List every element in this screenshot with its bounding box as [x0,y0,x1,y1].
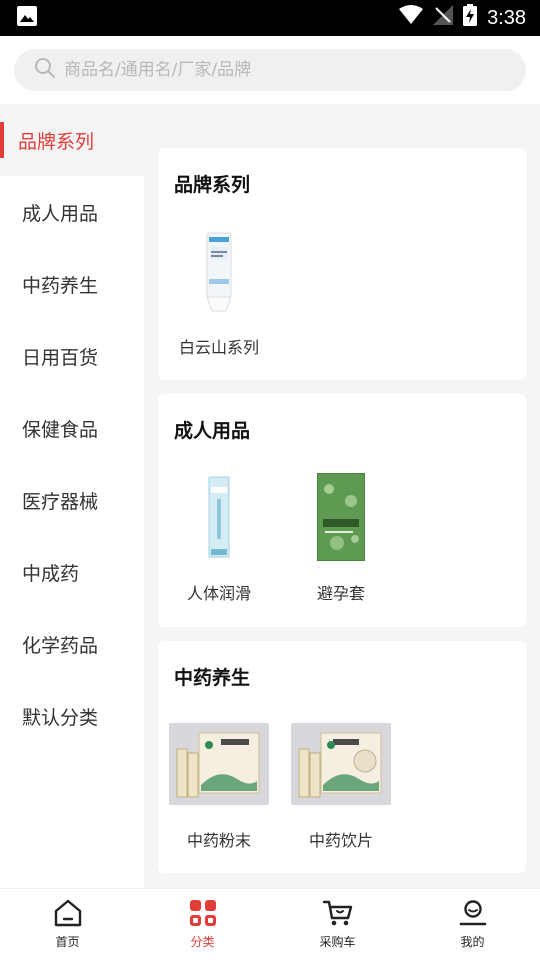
home-icon [53,899,83,930]
image-notification-icon [16,5,38,31]
sidebar-item-tcm-wellness[interactable]: 中药养生 [0,248,144,320]
product-label: 白云山系列 [178,338,259,357]
signal-icon [433,5,454,31]
tab-label: 首页 [55,935,80,949]
status-time: 3:38 [487,6,526,29]
section-title: 成人用品 [174,420,251,442]
profile-icon [458,899,488,930]
tab-home[interactable]: 首页 [0,889,135,960]
category-icon [189,899,217,930]
product-label: 避孕套 [316,584,365,603]
section-card: 中药养生 中药粉末 中药饮片 [158,641,526,873]
product-image [169,719,269,809]
product-label: 中药粉末 [186,831,251,850]
tab-label: 采购车 [319,935,356,949]
product-label: 中药饮片 [308,831,373,850]
product-image [169,472,269,562]
sidebar-item-medical-devices[interactable]: 医疗器械 [0,464,144,536]
sidebar-item-default-category[interactable]: 默认分类 [0,680,144,752]
product-image [169,226,269,316]
tab-cart[interactable]: 采购车 [270,889,405,960]
search-icon [34,57,56,83]
product-item[interactable]: 中药饮片 [280,719,402,851]
status-bar: 3:38 [0,0,540,36]
sidebar-item-brand-series[interactable]: 品牌系列 [0,104,144,176]
cart-icon [322,899,354,930]
sidebar-item-patent-medicine[interactable]: 中成药 [0,536,144,608]
tab-label: 分类 [190,935,215,949]
bottom-tab-bar: 首页 分类 采购车 我的 [0,888,540,960]
section-title: 品牌系列 [174,174,251,196]
tab-category[interactable]: 分类 [135,889,270,960]
section-title: 中药养生 [174,667,251,689]
product-item[interactable]: 白云山系列 [158,226,280,358]
tab-profile[interactable]: 我的 [405,889,540,960]
product-item[interactable]: 中药粉末 [158,719,280,851]
section-card: 品牌系列 白云山系列 [158,148,526,380]
tab-label: 我的 [460,935,485,949]
battery-charging-icon [463,4,478,32]
sidebar-item-health-food[interactable]: 保健食品 [0,392,144,464]
product-label: 人体润滑 [186,584,251,603]
product-image [291,719,391,809]
category-content: 品牌系列 白云山系列 成人用品 人体润滑 避孕套 中药养生 中药粉末 中药饮片 [144,104,540,888]
wifi-icon [399,5,424,31]
search-input[interactable] [64,60,504,80]
product-item[interactable]: 人体润滑 [158,472,280,604]
product-item[interactable]: 避孕套 [280,472,402,604]
category-sidebar: 品牌系列 成人用品 中药养生 日用百货 保健食品 医疗器械 中成药 化学药品 默… [0,104,144,956]
search-bar [0,36,540,104]
sidebar-item-adult-products[interactable]: 成人用品 [0,176,144,248]
sidebar-item-daily-goods[interactable]: 日用百货 [0,320,144,392]
sidebar-item-chemical-drugs[interactable]: 化学药品 [0,608,144,680]
product-image [291,472,391,562]
section-card: 成人用品 人体润滑 避孕套 [158,394,526,627]
search-box[interactable] [14,49,526,91]
